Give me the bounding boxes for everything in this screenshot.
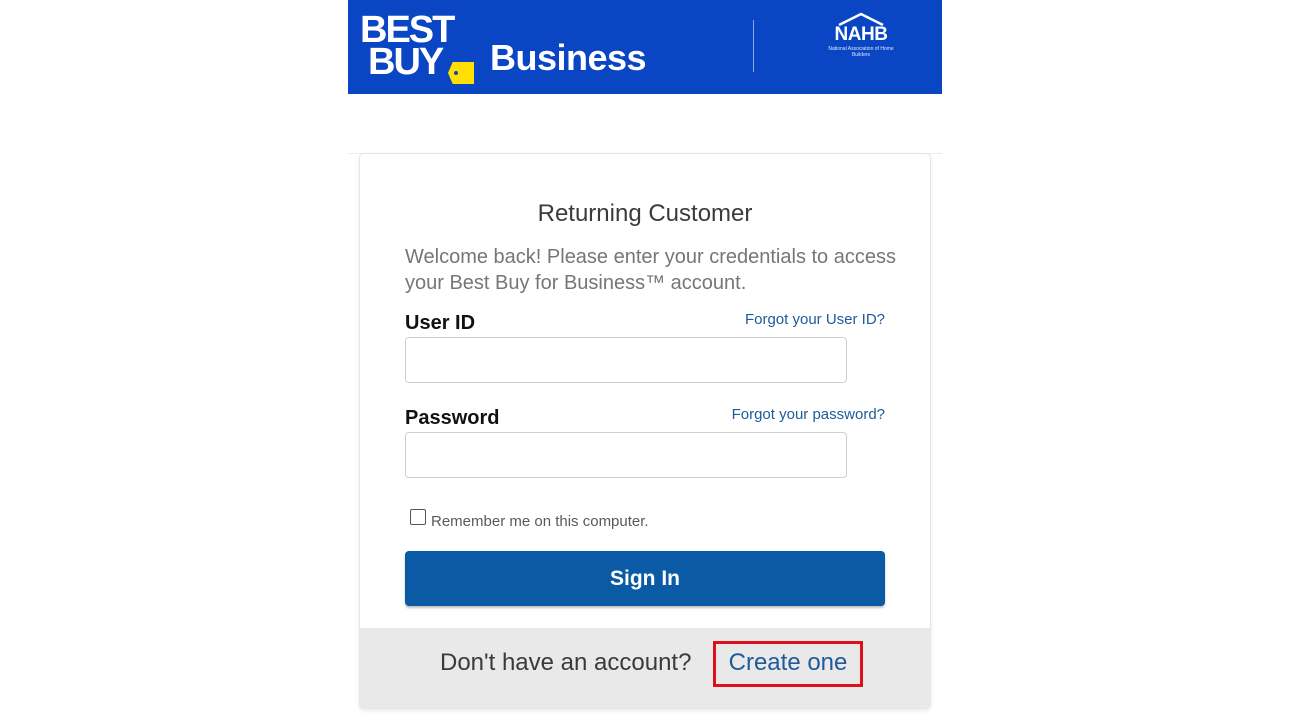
card-title: Returning Customer — [537, 200, 753, 227]
user-id-label: User ID — [405, 312, 476, 334]
remember-me-checkbox[interactable] — [410, 509, 426, 525]
create-account-link[interactable]: Create one — [713, 641, 863, 687]
header-divider — [753, 20, 754, 72]
remember-me-row: Remember me on this computer. — [410, 506, 649, 530]
forgot-user-id-link[interactable]: Forgot your User ID? — [745, 311, 885, 329]
remember-me-label: Remember me on this computer. — [431, 512, 649, 530]
no-account-prompt: Don't have an account? — [440, 649, 692, 676]
password-label: Password — [405, 407, 500, 429]
login-page: BEST BUY Business NAHB National Associat… — [0, 0, 1290, 726]
nahb-logo-text: NAHB — [834, 24, 888, 45]
forgot-password-link[interactable]: Forgot your password? — [732, 406, 885, 424]
create-account-footer: Don't have an account? Create one — [360, 628, 930, 708]
brand-business-label: Business — [490, 37, 647, 78]
user-id-input[interactable] — [405, 337, 847, 383]
nahb-logo-subtext: National Association of Home Builders — [828, 46, 894, 58]
price-tag-icon — [448, 62, 474, 84]
nahb-logo: NAHB National Association of Home Builde… — [826, 12, 896, 68]
header-banner: BEST BUY Business NAHB National Associat… — [348, 0, 942, 94]
login-card: Returning Customer Welcome back! Please … — [359, 153, 931, 709]
sign-in-button[interactable]: Sign In — [405, 551, 885, 606]
welcome-message: Welcome back! Please enter your credenti… — [405, 246, 896, 294]
logo-text-buy: BUY — [368, 41, 444, 83]
best-buy-logo[interactable]: BEST BUY — [360, 10, 480, 84]
password-input[interactable] — [405, 432, 847, 478]
